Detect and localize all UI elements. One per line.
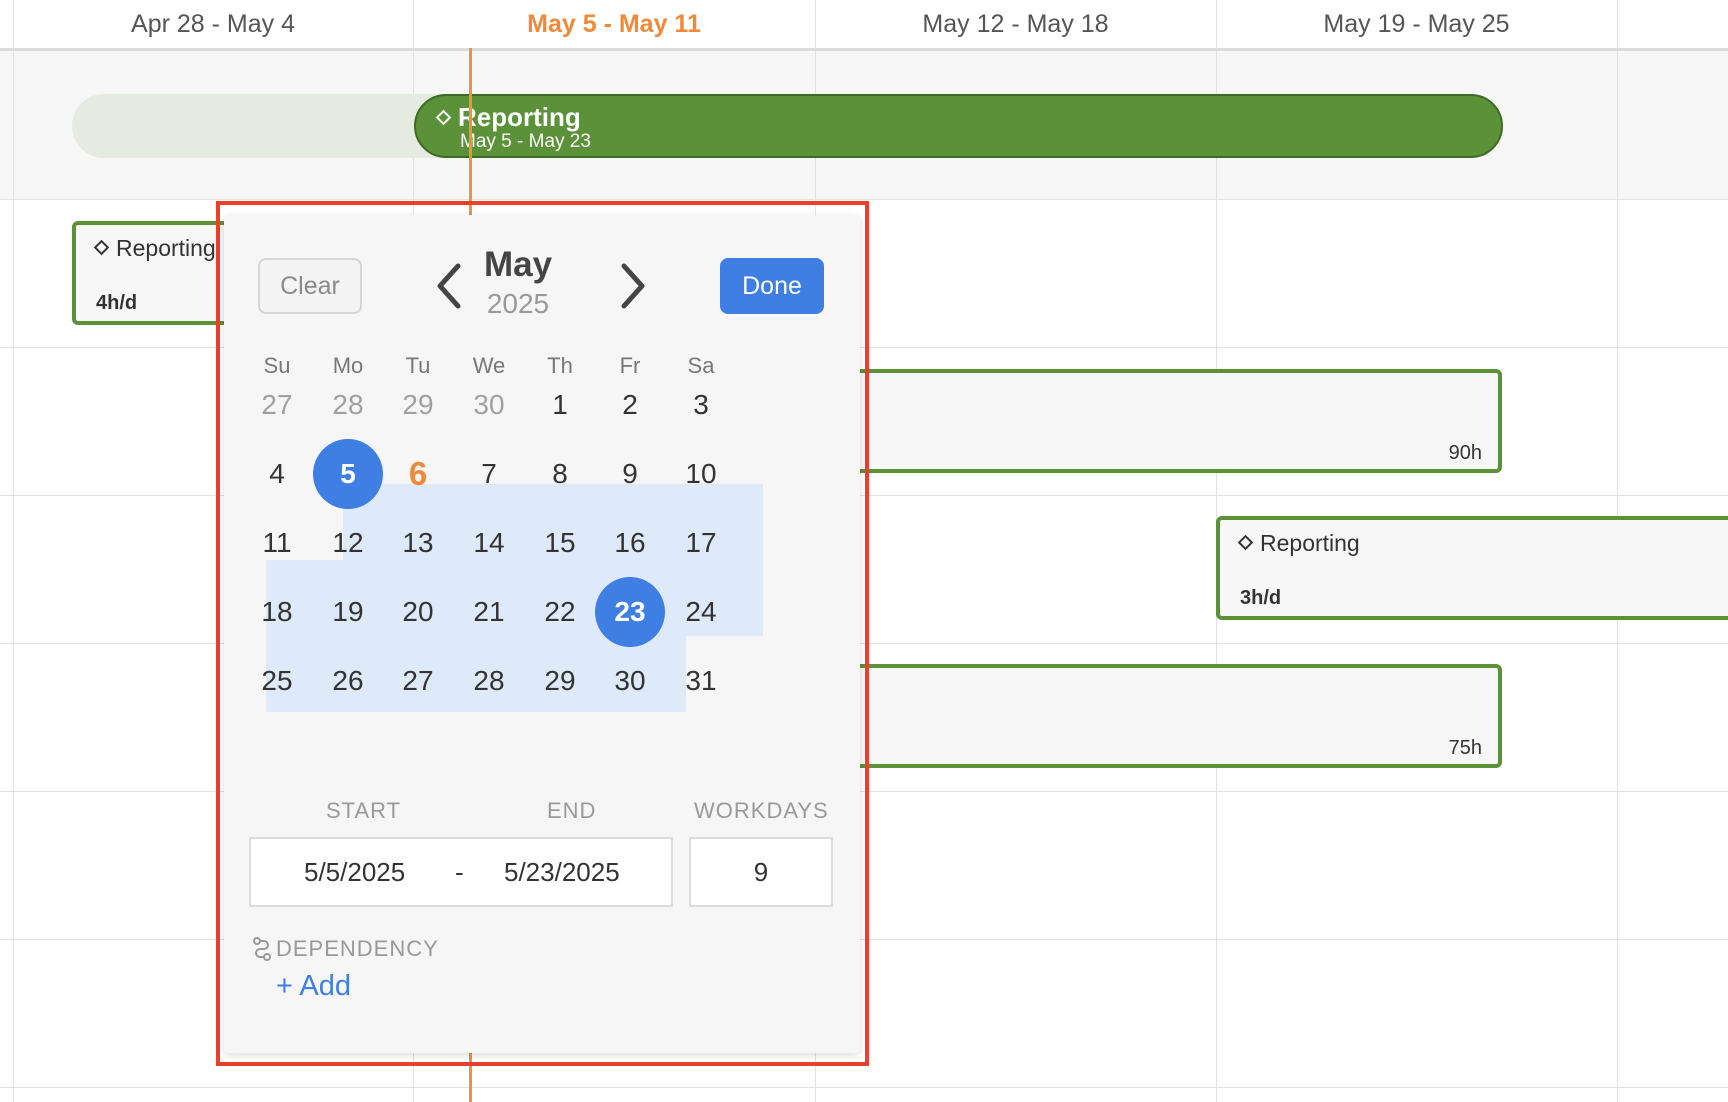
date-picker-popup: Clear May 2025 Done Su Mo Tu We Th Fr Sa 27 28 2… bbox=[224, 215, 860, 1053]
phase-bar[interactable]: Reporting May 5 - May 23 bbox=[414, 94, 1503, 158]
calendar-day[interactable]: 4 bbox=[242, 439, 312, 509]
calendar-day[interactable]: 18 bbox=[242, 577, 312, 647]
phase-title-text: Reporting bbox=[458, 102, 581, 132]
calendar-day[interactable]: 30 bbox=[595, 646, 665, 716]
workdays-input[interactable] bbox=[689, 837, 833, 907]
chevron-right-icon[interactable] bbox=[612, 260, 652, 312]
clear-button[interactable]: Clear bbox=[258, 258, 362, 314]
phase-dates: May 5 - May 23 bbox=[460, 131, 591, 152]
milestone-diamond-icon bbox=[1237, 534, 1254, 551]
calendar-day[interactable]: 26 bbox=[313, 646, 383, 716]
calendar-day[interactable]: 27 bbox=[383, 646, 453, 716]
milestone-diamond-icon bbox=[435, 109, 452, 126]
range-separator: - bbox=[455, 857, 464, 887]
calendar-day[interactable]: 15 bbox=[525, 508, 595, 578]
add-dependency-link[interactable]: + Add bbox=[276, 970, 351, 1003]
calendar-day[interactable]: 16 bbox=[595, 508, 665, 578]
task-bar[interactable]: 90h bbox=[840, 369, 1502, 473]
calendar-day-today[interactable]: 6 bbox=[383, 439, 453, 509]
row-divider bbox=[0, 1087, 1728, 1088]
workdays-label: WORKDAYS bbox=[694, 798, 829, 823]
calendar-day[interactable]: 31 bbox=[666, 646, 736, 716]
calendar-day[interactable]: 14 bbox=[454, 508, 524, 578]
calendar-day[interactable]: 29 bbox=[525, 646, 595, 716]
calendar-day[interactable]: 10 bbox=[666, 439, 736, 509]
dependency-section: DEPENDENCY bbox=[252, 936, 439, 962]
done-button[interactable]: Done bbox=[720, 258, 824, 314]
milestone-diamond-icon bbox=[93, 239, 110, 256]
calendar-day[interactable]: 17 bbox=[666, 508, 736, 578]
calendar-day[interactable]: 12 bbox=[313, 508, 383, 578]
date-range-field[interactable]: 5/5/2025 - 5/23/2025 bbox=[249, 837, 673, 907]
calendar-day[interactable]: 24 bbox=[666, 577, 736, 647]
row-divider bbox=[0, 199, 1728, 200]
calendar-day[interactable]: 30 bbox=[454, 370, 524, 440]
task-title-text: Reporting bbox=[1260, 530, 1360, 556]
calendar-day[interactable]: 29 bbox=[383, 370, 453, 440]
calendar-day[interactable]: 27 bbox=[242, 370, 312, 440]
calendar-day[interactable]: 1 bbox=[525, 370, 595, 440]
week-header: May 19 - May 25 bbox=[1323, 9, 1510, 38]
calendar-day[interactable]: 2 bbox=[595, 370, 665, 440]
calendar-day-selected[interactable]: 5 bbox=[313, 439, 383, 509]
calendar-day[interactable]: 28 bbox=[313, 370, 383, 440]
week-header-current: May 5 - May 11 bbox=[527, 9, 701, 38]
task-title-text: Reporting bbox=[116, 235, 216, 261]
calendar-day[interactable]: 3 bbox=[666, 370, 736, 440]
dependency-icon bbox=[253, 937, 271, 961]
calendar-day[interactable]: 28 bbox=[454, 646, 524, 716]
calendar-day[interactable]: 11 bbox=[242, 508, 312, 578]
start-date-value[interactable]: 5/5/2025 bbox=[304, 857, 405, 888]
calendar-day[interactable]: 22 bbox=[525, 577, 595, 647]
phase-title: Reporting bbox=[435, 102, 581, 133]
task-allocation: 3h/d bbox=[1240, 587, 1282, 609]
start-label: START bbox=[326, 798, 402, 823]
calendar-day[interactable]: 21 bbox=[454, 577, 524, 647]
end-date-value[interactable]: 5/23/2025 bbox=[504, 857, 620, 888]
end-label: END bbox=[547, 798, 597, 823]
calendar-year: 2025 bbox=[486, 288, 550, 319]
header-divider bbox=[0, 48, 1728, 51]
dependency-label: DEPENDENCY bbox=[276, 936, 439, 961]
calendar-day[interactable]: 9 bbox=[595, 439, 665, 509]
calendar-day[interactable]: 13 bbox=[383, 508, 453, 578]
task-bar[interactable]: 75h bbox=[840, 664, 1502, 768]
week-header: May 12 - May 18 bbox=[922, 9, 1109, 38]
gantt-view: Apr 28 - May 4 May 5 - May 11 May 12 - M… bbox=[0, 0, 1728, 1102]
calendar-day[interactable]: 20 bbox=[383, 577, 453, 647]
week-header: Apr 28 - May 4 bbox=[131, 9, 295, 38]
task-allocation: 4h/d bbox=[96, 292, 138, 314]
task-hours: 75h bbox=[1448, 737, 1482, 759]
chevron-left-icon[interactable] bbox=[430, 260, 470, 312]
week-divider bbox=[13, 0, 14, 1102]
calendar-day[interactable]: 25 bbox=[242, 646, 312, 716]
calendar-day-selected[interactable]: 23 bbox=[595, 577, 665, 647]
calendar-day[interactable]: 19 bbox=[313, 577, 383, 647]
task-hours: 90h bbox=[1448, 442, 1482, 464]
task-title: Reporting bbox=[1237, 530, 1360, 557]
task-title: Reporting bbox=[93, 235, 216, 262]
task-bar[interactable]: Reporting 3h/d bbox=[1216, 516, 1728, 620]
calendar-day[interactable]: 7 bbox=[454, 439, 524, 509]
calendar-month: May bbox=[483, 245, 553, 284]
calendar-day[interactable]: 8 bbox=[525, 439, 595, 509]
